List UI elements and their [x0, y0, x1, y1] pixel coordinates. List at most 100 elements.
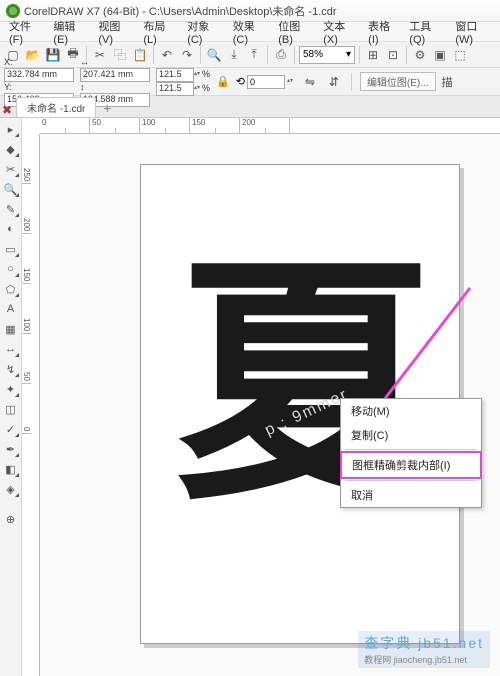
menu-object[interactable]: 对象(C) — [182, 16, 226, 48]
document-tab[interactable]: 未命名 -1.cdr — [16, 97, 96, 117]
add-tab-button[interactable]: + — [98, 99, 116, 117]
crop-tool-icon[interactable]: ✂ — [2, 160, 20, 178]
x-label: X: — [4, 57, 13, 67]
rectangle-tool-icon[interactable]: ▭ — [2, 240, 20, 258]
context-menu: 移动(M) 复制(C) 图框精确剪裁内部(I) 取消 — [340, 398, 482, 508]
ruler-tick: 100 — [140, 118, 190, 133]
menu-layout[interactable]: 布局(L) — [138, 16, 180, 48]
separator — [359, 46, 360, 64]
options-icon[interactable]: ⚙ — [411, 46, 429, 64]
ruler-tick: 150 — [22, 234, 31, 284]
ruler-tick: 200 — [22, 184, 31, 234]
watermark-main: 查字典 jb51.net — [364, 635, 484, 651]
transparency-tool-icon[interactable]: ◫ — [2, 400, 20, 418]
snap2-icon[interactable]: ⊡ — [384, 46, 402, 64]
separator — [153, 46, 154, 64]
menu-bitmap[interactable]: 位图(B) — [273, 16, 316, 48]
snap-icon[interactable]: ⊞ — [364, 46, 382, 64]
tab-label: 未命名 -1.cdr — [27, 100, 85, 115]
context-powerclip-inside[interactable]: 图框精确剪裁内部(I) — [340, 451, 482, 479]
trace-button[interactable]: 描 — [442, 74, 453, 90]
menu-table[interactable]: 表格(I) — [363, 16, 402, 48]
menu-edit[interactable]: 编辑(E) — [48, 16, 91, 48]
toolbox: ▸ ◆ ✂ 🔍 ✎ ◐ ▭ ○ ⬠ A ▦ ↔ ↯ ✦ ◫ ✓ ✒ ◧ ◈ ⊕ — [0, 118, 22, 676]
import-icon[interactable]: ⤓ — [225, 46, 243, 64]
scale-x-field[interactable]: 121.5 — [156, 68, 194, 82]
edit-bitmap-button[interactable]: 编辑位图(E)... — [360, 72, 436, 91]
context-move[interactable]: 移动(M) — [341, 399, 481, 423]
context-cancel[interactable]: 取消 — [341, 483, 481, 507]
ruler-tick: 200 — [240, 118, 290, 133]
chevron-down-icon: ▾ — [346, 49, 351, 60]
ruler-tick: 50 — [90, 118, 140, 133]
table-tool-icon[interactable]: ▦ — [2, 320, 20, 338]
separator — [351, 73, 352, 91]
spinner-icon[interactable]: ▴▾ — [194, 72, 202, 77]
pct-label: % — [202, 83, 210, 94]
y-label: Y: — [4, 82, 12, 92]
zoom-tool-icon[interactable]: 🔍 — [2, 180, 20, 198]
publish-icon[interactable]: ⎙ — [272, 46, 290, 64]
eyedropper-tool-icon[interactable]: ✓ — [2, 420, 20, 438]
x-field[interactable]: 332.784 mm — [4, 68, 74, 82]
effects-tool-icon[interactable]: ✦ — [2, 380, 20, 398]
watermark-sub: 教程网 jiaocheng.jb51.net — [364, 653, 484, 666]
mirror-v-icon[interactable]: ⇵ — [325, 73, 343, 91]
menu-bar: 文件(F) 编辑(E) 视图(V) 布局(L) 对象(C) 效果(C) 位图(B… — [0, 22, 500, 42]
pick-tool-icon[interactable]: ▸ — [2, 120, 20, 138]
scale-y-field[interactable]: 121.5 — [156, 82, 194, 96]
ruler-tick: 0 — [40, 118, 90, 133]
ellipse-tool-icon[interactable]: ○ — [2, 260, 20, 278]
site-watermark: 查字典 jb51.net 教程网 jiaocheng.jb51.net — [358, 631, 490, 668]
interactive-fill-icon[interactable]: ◈ — [2, 480, 20, 498]
shape-tool-icon[interactable]: ◆ — [2, 140, 20, 158]
menu-tools[interactable]: 工具(Q) — [404, 16, 448, 48]
spinner-icon[interactable]: ▴▾ — [194, 86, 202, 91]
standard-toolbar: ▢ 📂 💾 🖶 ✂ ⿻ 📋 ↶ ↷ 🔍 ⤓ ⤒ ⎙ 58%▾ ⊞ ⊡ ⚙ ▣ ⬚ — [0, 42, 500, 68]
launch-icon[interactable]: ▣ — [431, 46, 449, 64]
lock-icon[interactable]: 🔒 — [216, 75, 230, 88]
dimension-tool-icon[interactable]: ↔ — [2, 340, 20, 358]
fill-tool-icon[interactable]: ◧ — [2, 460, 20, 478]
connector-tool-icon[interactable]: ↯ — [2, 360, 20, 378]
spinner-icon[interactable]: ▴▾ — [287, 79, 295, 84]
canvas-area: 0 50 100 150 200 250 200 150 100 50 0 夏 … — [22, 118, 500, 676]
menu-effect[interactable]: 效果(C) — [228, 16, 272, 48]
outline-tool-icon[interactable]: ✒ — [2, 440, 20, 458]
menu-text[interactable]: 文本(X) — [318, 16, 361, 48]
redo-icon[interactable]: ↷ — [178, 46, 196, 64]
mirror-h-icon[interactable]: ⇋ — [301, 73, 319, 91]
separator — [345, 480, 477, 481]
ruler-tick: 50 — [22, 334, 31, 384]
separator — [406, 46, 407, 64]
text-tool-icon[interactable]: A — [2, 300, 20, 318]
document-tabs: ✖ 未命名 -1.cdr + — [0, 96, 500, 118]
ruler-horizontal: 0 50 100 150 200 — [40, 118, 500, 134]
zoom-value: 58% — [303, 49, 323, 60]
extra-icon[interactable]: ⬚ — [451, 46, 469, 64]
zoom-combo[interactable]: 58% ▾ — [299, 46, 355, 64]
rotation-group: ⟲ 0 ▴▾ — [236, 75, 295, 89]
separator — [345, 449, 477, 450]
menu-file[interactable]: 文件(F) — [4, 16, 46, 48]
close-tab-icon[interactable]: ✖ — [2, 103, 12, 117]
workspace: ▸ ◆ ✂ 🔍 ✎ ◐ ▭ ○ ⬠ A ▦ ↔ ↯ ✦ ◫ ✓ ✒ ◧ ◈ ⊕ … — [0, 118, 500, 676]
width-field[interactable]: 207.421 mm — [80, 68, 150, 82]
ruler-tick: 250 — [22, 134, 31, 184]
menu-view[interactable]: 视图(V) — [93, 16, 136, 48]
export-icon[interactable]: ⤒ — [245, 46, 263, 64]
pct-label: % — [202, 69, 210, 80]
expand-toolbox-icon[interactable]: ⊕ — [2, 510, 20, 528]
separator — [294, 46, 295, 64]
rotation-field[interactable]: 0 — [247, 75, 285, 89]
undo-icon[interactable]: ↶ — [158, 46, 176, 64]
ruler-tick: 150 — [190, 118, 240, 133]
freehand-tool-icon[interactable]: ✎ — [2, 200, 20, 218]
polygon-tool-icon[interactable]: ⬠ — [2, 280, 20, 298]
ruler-tick: 100 — [22, 284, 31, 334]
menu-window[interactable]: 窗口(W) — [450, 16, 496, 48]
smart-fill-icon[interactable]: ◐ — [2, 220, 20, 238]
separator — [267, 46, 268, 64]
context-copy[interactable]: 复制(C) — [341, 423, 481, 447]
search-icon[interactable]: 🔍 — [205, 46, 223, 64]
